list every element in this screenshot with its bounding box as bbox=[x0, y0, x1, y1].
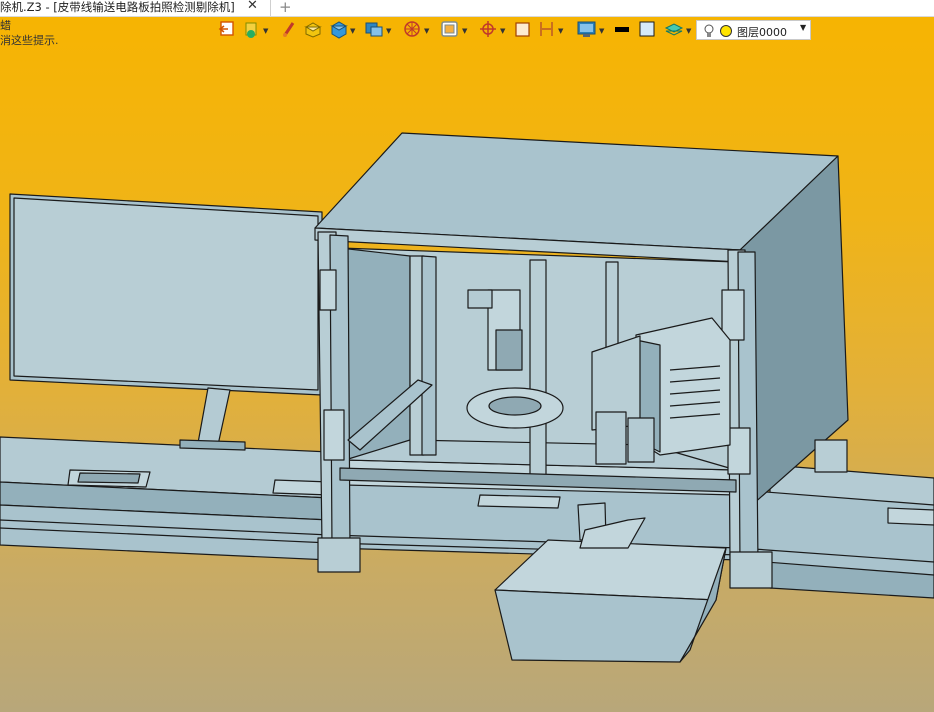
shape-icon[interactable]: ▼ bbox=[364, 19, 391, 41]
bulb-icon[interactable] bbox=[702, 23, 736, 39]
layer-name: 图层0000 bbox=[737, 26, 787, 39]
cad-viewport[interactable] bbox=[0, 0, 934, 712]
color-icon[interactable] bbox=[638, 19, 656, 41]
line-icon[interactable] bbox=[614, 19, 630, 41]
chevron-down-icon[interactable]: ▼ bbox=[500, 27, 505, 35]
add-tab-icon[interactable]: + bbox=[279, 0, 292, 16]
wheel-icon[interactable]: ▼ bbox=[402, 19, 429, 41]
chevron-down-icon[interactable]: ▼ bbox=[558, 27, 563, 35]
layer-stack-icon[interactable]: ▼ bbox=[664, 19, 691, 41]
block-icon[interactable] bbox=[304, 19, 322, 41]
chevron-down-icon[interactable]: ▼ bbox=[350, 27, 355, 35]
chevron-down-icon[interactable]: ▼ bbox=[599, 27, 604, 35]
target-icon[interactable]: ▼ bbox=[478, 19, 505, 41]
frame-icon[interactable]: ▼ bbox=[440, 19, 467, 41]
hint-text: 蜡 消这些提示. bbox=[0, 19, 59, 49]
tab-title: 除机.Z3 - [皮带线输送电路板拍照检测剔除机] bbox=[0, 0, 235, 14]
exit-icon[interactable] bbox=[218, 19, 236, 41]
conveyor-left bbox=[0, 436, 331, 561]
chevron-down-icon[interactable]: ▼ bbox=[462, 27, 467, 35]
chevron-down-icon[interactable]: ▼ bbox=[386, 27, 391, 35]
layer-dropdown[interactable]: 图层0000 ▼ bbox=[696, 20, 811, 40]
display-icon[interactable]: ▼ bbox=[576, 19, 604, 41]
hint-line-1: 蜡 bbox=[0, 19, 11, 32]
bracket-icon[interactable]: ▼ bbox=[538, 19, 563, 41]
paint-icon[interactable]: ▼ bbox=[242, 19, 268, 41]
chevron-down-icon[interactable]: ▼ bbox=[263, 27, 268, 35]
hint-line-2: 消这些提示. bbox=[0, 34, 59, 47]
document-tab[interactable]: 除机.Z3 - [皮带线输送电路板拍照检测剔除机] ✕ bbox=[0, 0, 271, 16]
display-panel bbox=[9, 193, 323, 451]
box-icon[interactable]: ▼ bbox=[330, 19, 355, 41]
brush-icon[interactable] bbox=[282, 19, 296, 41]
chevron-down-icon[interactable]: ▼ bbox=[424, 27, 429, 35]
chevron-down-icon[interactable]: ▼ bbox=[686, 27, 691, 35]
close-icon[interactable]: ✕ bbox=[247, 0, 258, 13]
document-tab-bar: 除机.Z3 - [皮带线输送电路板拍照检测剔除机] ✕ + bbox=[0, 0, 934, 17]
square-icon[interactable] bbox=[514, 19, 532, 41]
chevron-down-icon[interactable]: ▼ bbox=[800, 23, 806, 32]
